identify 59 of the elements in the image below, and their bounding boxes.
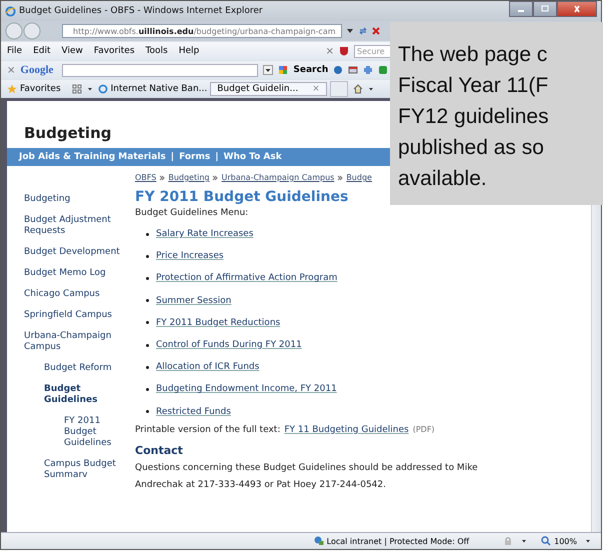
favorites-button[interactable]: Favorites <box>7 84 61 94</box>
menu-label: Budget Guidelines Menu: <box>135 208 250 218</box>
menu-item[interactable]: Favorites <box>94 46 135 56</box>
guideline-link[interactable]: FY 2011 Budget Reductions <box>156 318 280 328</box>
sidebar-link[interactable]: Chicago Campus <box>24 289 135 300</box>
window-title: Budget Guidelines - OBFS - Windows Internet Explorer <box>19 6 263 16</box>
sidebar-link[interactable]: Budget Development <box>24 247 135 258</box>
guideline-link[interactable]: Allocation of ICR Funds <box>156 362 260 372</box>
menu-item[interactable]: View <box>62 46 83 56</box>
printable-text: Printable version of the full text: <box>135 424 280 435</box>
browser-tab[interactable]: Budget Guidelin... × <box>210 82 327 96</box>
sidebar-link[interactable]: Budget Adjustment Requests <box>24 215 135 237</box>
nav-separator: | <box>215 152 219 162</box>
sidebar-link[interactable]: Budgeting <box>24 194 135 205</box>
menu-item[interactable]: Tools <box>146 46 168 56</box>
nav-link[interactable]: Forms <box>179 152 210 162</box>
guideline-link[interactable]: Salary Rate Increases <box>156 229 254 240</box>
breadcrumb-link[interactable]: OBFS <box>135 173 156 182</box>
favorite-link[interactable]: Internet Native Ban... <box>98 84 208 94</box>
page-heading: FY 2011 Budget Guidelines <box>135 189 350 205</box>
close-toolbar-button[interactable]: × <box>7 64 16 76</box>
breadcrumb-link[interactable]: Budge <box>346 173 372 182</box>
pdf-link[interactable]: FY 11 Budgeting Guidelines <box>284 424 409 435</box>
caption-line: published as so <box>398 135 545 161</box>
file-type-label: (PDF) <box>412 425 435 434</box>
caption-line: FY12 guidelines <box>398 104 550 130</box>
contact-heading: Contact <box>135 444 184 457</box>
zoom-button[interactable]: 100% <box>541 536 577 546</box>
site-title: Budgeting <box>24 124 112 142</box>
sidebar-link[interactable]: Springfield Campus <box>24 310 135 321</box>
nav-link[interactable]: Who To Ask <box>224 152 282 162</box>
sidebar-link[interactable]: FY 2011 Budget Guidelines <box>24 416 135 449</box>
guideline-link[interactable]: Restricted Funds <box>156 406 231 417</box>
breadcrumb-link[interactable]: Urbana-Champaign Campus <box>221 173 334 182</box>
guideline-link[interactable]: Price Increases <box>156 251 224 262</box>
menu-item[interactable]: File <box>7 46 22 56</box>
guideline-link[interactable]: Summer Session <box>156 296 232 306</box>
address-field[interactable]: http://www.obfs.uillinois.edu/budgeting/urbana-champaign-cam <box>62 24 342 38</box>
contact-text: Questions concerning these Budget Guidelines should be addressed to Mike Andrechak at 217-333-4493 or Pat Hoey 217-244-0542. <box>135 462 479 492</box>
sidebar-link[interactable]: Budget Guidelines <box>24 384 135 406</box>
close-toolbar-button[interactable]: × <box>326 46 334 56</box>
menu-item[interactable]: Help <box>178 46 200 56</box>
nav-link[interactable]: Job Aids & Training Materials <box>19 152 166 162</box>
nav-separator: | <box>170 152 174 162</box>
sidebar-link[interactable]: Budget Reform <box>24 363 135 374</box>
security-zone[interactable]: Local intranet | Protected Mode: Off <box>314 536 470 546</box>
google-logo: Google <box>20 64 54 76</box>
guideline-link[interactable]: Control of Funds During FY 2011 <box>156 340 302 350</box>
caption-line: available. <box>398 166 488 192</box>
sidebar-link[interactable]: Urbana-Champaign Campus <box>24 331 135 353</box>
caption-line: The web page c <box>398 42 548 68</box>
caption-line: Fiscal Year 11(F <box>398 73 550 99</box>
sidebar-link[interactable]: Budget Memo Log <box>24 268 135 279</box>
search-button[interactable]: Search <box>278 65 328 75</box>
guideline-link[interactable]: Protection of Affirmative Action Program <box>156 273 338 284</box>
guideline-link[interactable]: Budgeting Endowment Income, FY 2011 <box>156 384 337 394</box>
menu-item[interactable]: Edit <box>33 46 50 56</box>
breadcrumb-link[interactable]: Budgeting <box>168 173 210 182</box>
sidebar-link[interactable]: Campus Budget Summarv <box>24 459 135 481</box>
